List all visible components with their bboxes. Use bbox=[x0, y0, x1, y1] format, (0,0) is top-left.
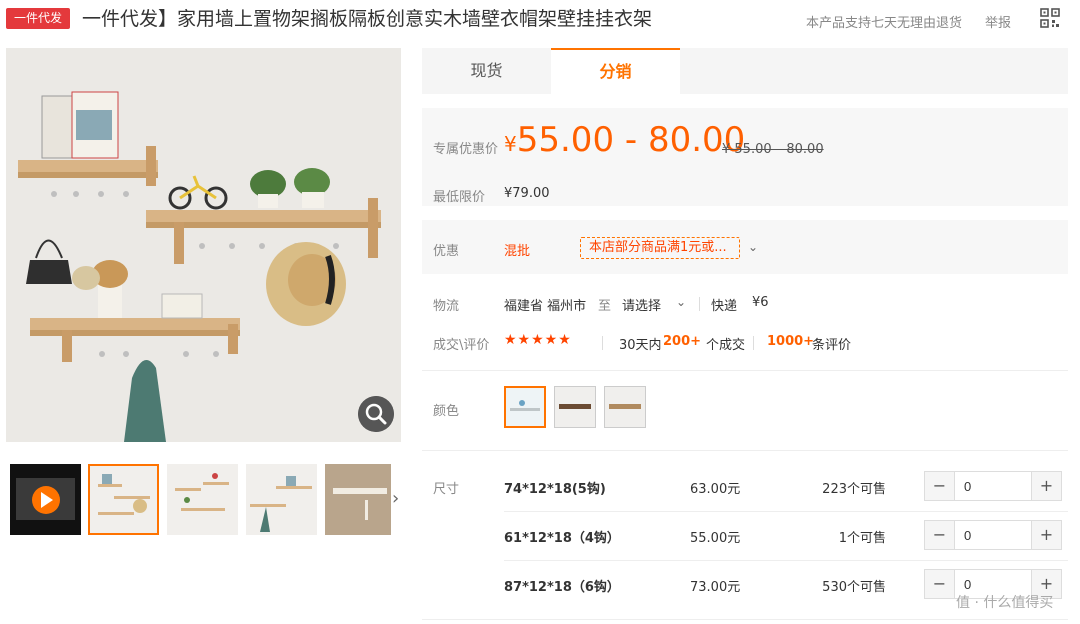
thumbnail-4[interactable] bbox=[325, 464, 391, 535]
dropship-badge: 一件代发 bbox=[6, 8, 71, 29]
min-price-label: 最低限价 bbox=[433, 190, 486, 205]
destination-select[interactable]: 请选择 bbox=[622, 295, 661, 314]
divider bbox=[422, 450, 1068, 451]
size-name: 87*12*18（6钩） bbox=[504, 580, 620, 595]
reviews-label: 成交\评价 bbox=[433, 338, 490, 353]
sold-suffix: 个成交 bbox=[706, 338, 746, 353]
to-word: 至 bbox=[598, 299, 612, 314]
tab-distribution[interactable]: 分销 bbox=[551, 48, 680, 94]
size-price: 55.00元 bbox=[690, 531, 741, 546]
chevron-down-icon[interactable]: ⌄ bbox=[748, 240, 758, 254]
price-label: 专属优惠价 bbox=[433, 142, 499, 157]
return-policy-link[interactable]: 本产品支持七天无理由退货 bbox=[806, 12, 962, 31]
size-price: 63.00元 bbox=[690, 482, 741, 497]
color-swatch-wood[interactable] bbox=[604, 386, 646, 428]
divider bbox=[699, 297, 700, 311]
size-price: 73.00元 bbox=[690, 580, 741, 595]
play-icon bbox=[16, 478, 75, 520]
currency-symbol: ¥ bbox=[504, 132, 517, 156]
color-swatch-white[interactable] bbox=[504, 386, 546, 428]
thumbnail-1[interactable] bbox=[88, 464, 159, 535]
express-label: 快递 bbox=[711, 299, 738, 314]
size-row: 74*12*18(5钩) 63.00元 223个可售 − + bbox=[422, 462, 1068, 511]
promo-tag: 混批 bbox=[504, 244, 531, 259]
review-suffix[interactable]: 条评价 bbox=[812, 334, 851, 353]
tab-bar: 现货 分销 bbox=[422, 48, 1068, 94]
logistics-label: 物流 bbox=[433, 299, 460, 314]
divider bbox=[422, 370, 1068, 371]
quantity-input[interactable] bbox=[956, 472, 1031, 500]
decrement-button[interactable]: − bbox=[925, 521, 955, 549]
swatch-image bbox=[605, 387, 645, 427]
main-product-image[interactable] bbox=[6, 48, 401, 442]
period-label: 30天内 bbox=[619, 338, 662, 353]
promo-offer[interactable]: 本店部分商品满1元或... bbox=[580, 237, 740, 259]
size-row: 61*12*18（4钩） 55.00元 1个可售 − + bbox=[422, 511, 1068, 560]
original-price: ¥ 55.00 – 80.00 bbox=[722, 142, 824, 157]
title-bar: 一件代发 一件代发】家用墙上置物架搁板隔板创意实木墙壁衣帽架壁挂挂衣架 本产品支… bbox=[6, 4, 1074, 34]
thumbnail-image bbox=[175, 473, 229, 511]
divider bbox=[753, 336, 754, 350]
price-value: 55.00 - 80.00 bbox=[516, 120, 746, 160]
price-range: ¥55.00 - 80.00 bbox=[504, 120, 745, 160]
size-stock: 530个可售 bbox=[822, 580, 886, 595]
product-info-panel: 现货 分销 专属优惠价 ¥55.00 - 80.00 ¥ 55.00 – 80.… bbox=[422, 48, 1068, 620]
quantity-stepper: − + bbox=[924, 520, 1062, 550]
chevron-right-icon[interactable]: › bbox=[392, 488, 399, 509]
shelf-photo bbox=[6, 48, 401, 442]
watermark: 值 · 什么值得买 bbox=[956, 595, 1054, 611]
tab-in-stock[interactable]: 现货 bbox=[422, 48, 551, 94]
ship-from: 福建省 福州市 bbox=[504, 299, 587, 314]
size-stock: 1个可售 bbox=[838, 531, 886, 546]
swatch-image bbox=[555, 387, 595, 427]
report-link[interactable]: 举报 bbox=[985, 12, 1011, 31]
magnifier-icon[interactable] bbox=[358, 396, 394, 432]
divider bbox=[422, 619, 1068, 620]
promo-label: 优惠 bbox=[433, 244, 460, 259]
thumbnail-image bbox=[325, 464, 391, 535]
star-rating: ★★★★★ bbox=[504, 332, 572, 348]
divider bbox=[602, 336, 603, 350]
min-price-value: ¥79.00 bbox=[504, 186, 550, 201]
increment-button[interactable]: + bbox=[1031, 521, 1061, 549]
thumbnail-2[interactable] bbox=[167, 464, 238, 535]
quantity-stepper: − + bbox=[924, 471, 1062, 501]
size-stock: 223个可售 bbox=[822, 482, 886, 497]
qr-code-icon[interactable] bbox=[1040, 8, 1060, 28]
increment-button[interactable]: + bbox=[1031, 472, 1061, 500]
thumbnail-image bbox=[250, 476, 312, 532]
size-name: 61*12*18（4钩） bbox=[504, 531, 620, 546]
decrement-button[interactable]: − bbox=[925, 570, 955, 598]
video-thumbnail[interactable] bbox=[10, 464, 81, 535]
promo-row: 优惠 混批 本店部分商品满1元或... ⌄ bbox=[422, 220, 1068, 274]
chevron-down-icon[interactable]: ⌄ bbox=[676, 295, 686, 309]
thumbnail-strip: › bbox=[10, 464, 402, 536]
color-swatch-brown[interactable] bbox=[554, 386, 596, 428]
swatch-image bbox=[506, 388, 544, 426]
size-name: 74*12*18(5钩) bbox=[504, 482, 606, 497]
thumbnail-image bbox=[98, 474, 150, 515]
color-label: 颜色 bbox=[433, 404, 460, 419]
sold-count: 200+ bbox=[663, 334, 702, 349]
quantity-input[interactable] bbox=[956, 521, 1031, 549]
price-box: 专属优惠价 ¥55.00 - 80.00 ¥ 55.00 – 80.00 最低限… bbox=[422, 108, 1068, 206]
decrement-button[interactable]: − bbox=[925, 472, 955, 500]
shipping-fee: ¥6 bbox=[752, 295, 769, 310]
thumbnail-3[interactable] bbox=[246, 464, 317, 535]
product-title: 一件代发】家用墙上置物架搁板隔板创意实木墙壁衣帽架壁挂挂衣架 bbox=[82, 8, 653, 30]
review-count[interactable]: 1000+ bbox=[767, 334, 814, 349]
